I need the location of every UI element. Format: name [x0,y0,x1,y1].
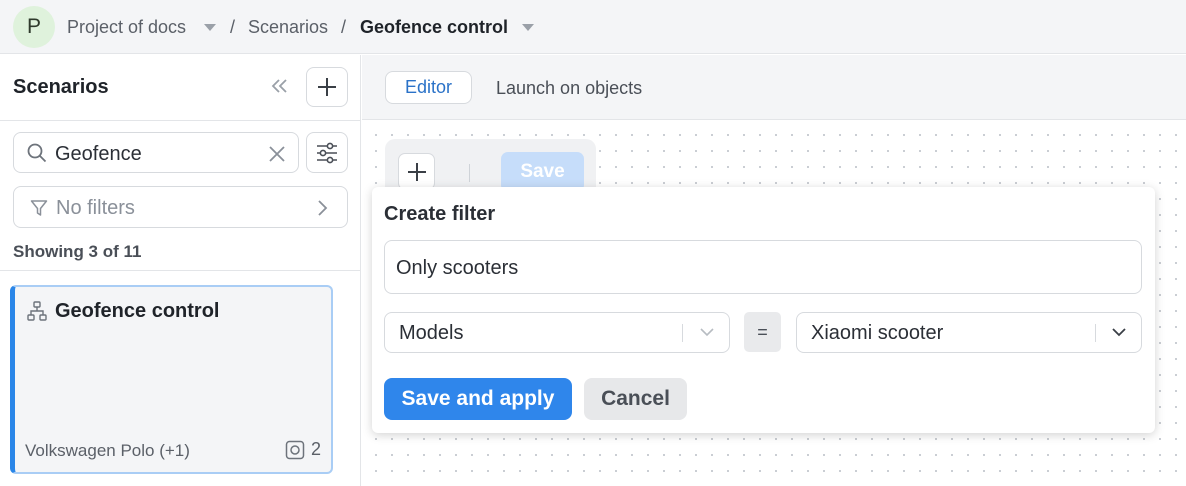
popup-title: Create filter [384,203,496,225]
divider [0,270,361,271]
tab-bar: Editor Launch on objects [362,55,1186,120]
filters-selector[interactable]: No filters [13,186,348,228]
plus-icon [318,78,336,96]
cancel-button[interactable]: Cancel [584,378,687,420]
operator-button[interactable]: = [744,312,781,352]
breadcrumb-separator: / [341,17,347,37]
hierarchy-icon [27,301,47,321]
create-filter-popup: Create filter Only scooters Models = Xia… [372,187,1155,433]
search-value: Geofence [55,143,142,165]
top-bar: P Project of docs / Scenarios / Geofence… [0,0,1186,54]
search-input[interactable]: Geofence [13,132,299,173]
breadcrumb-separator: / [230,17,236,37]
funnel-icon [30,200,48,216]
field-select-value: Models [399,322,464,344]
field-select[interactable]: Models [384,312,730,353]
collapse-sidebar-icon[interactable] [266,72,294,100]
sidebar-title: Scenarios [13,76,109,98]
clear-icon[interactable] [268,145,286,163]
project-dropdown-icon[interactable] [204,24,216,31]
search-icon [27,143,47,163]
results-count: Showing 3 of 11 [13,242,142,261]
object-icon [285,440,305,459]
scenario-card[interactable]: Geofence control Volkswagen Polo (+1) 2 [10,285,333,474]
plus-icon [407,162,426,181]
scenarios-sidebar: Scenarios Geofence No filters Showing 3 … [0,55,361,486]
scenario-objects: Volkswagen Polo (+1) [25,441,190,460]
value-select-value: Xiaomi scooter [811,322,944,344]
avatar-letter: P [26,15,41,38]
select-divider [1095,324,1096,342]
add-node-button[interactable] [398,153,435,190]
current-dropdown-icon[interactable] [522,24,534,31]
count-value: 2 [311,439,322,459]
sliders-icon [317,142,337,163]
breadcrumb-scenarios[interactable]: Scenarios [248,17,328,38]
scenario-object-count: 2 [285,439,321,460]
add-scenario-button[interactable] [306,67,348,107]
filter-settings-button[interactable] [306,132,348,173]
save-and-apply-button[interactable]: Save and apply [384,378,572,420]
project-avatar[interactable]: P [13,6,55,48]
value-select[interactable]: Xiaomi scooter [796,312,1142,353]
breadcrumb-current: Geofence control [360,17,509,37]
filter-name-value: Only scooters [396,257,519,279]
scenario-title: Geofence control [55,300,220,322]
select-divider [682,324,683,342]
tab-launch-on-objects[interactable]: Launch on objects [496,78,642,99]
chevron-right-icon [318,200,328,216]
tab-editor[interactable]: Editor [385,71,472,104]
chevron-down-icon [700,328,714,337]
filter-name-input[interactable]: Only scooters [384,240,1142,294]
divider [0,120,361,121]
filters-label: No filters [56,197,135,219]
toolbar-divider [469,164,470,182]
chevron-down-icon [1112,328,1126,337]
breadcrumb-project[interactable]: Project of docs [67,17,186,38]
save-button[interactable]: Save [501,152,584,192]
